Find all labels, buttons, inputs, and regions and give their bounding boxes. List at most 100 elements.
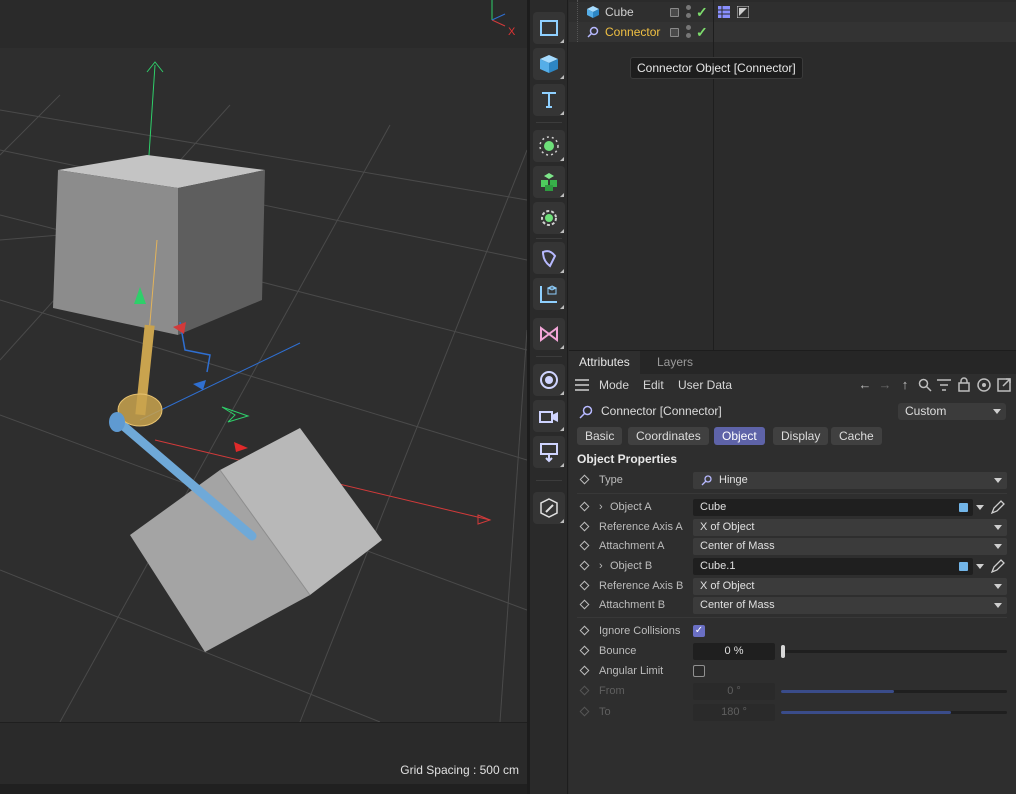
subtab-basic[interactable]: Basic (577, 427, 623, 445)
keyframe-diamond-icon[interactable] (579, 625, 590, 636)
hierarchy-icon[interactable] (533, 278, 565, 310)
keyframe-diamond-icon[interactable] (579, 540, 590, 551)
attachment-a-dropdown[interactable]: Center of Mass (693, 538, 1007, 555)
object-a-link-field[interactable]: Cube (693, 499, 973, 516)
cube-icon[interactable] (533, 48, 565, 80)
viewport-scene[interactable]: X (0, 0, 527, 722)
menu-edit[interactable]: Edit (643, 378, 664, 392)
target-icon[interactable] (977, 378, 991, 392)
filter-icon[interactable] (937, 378, 951, 392)
deformer-icon[interactable] (533, 242, 565, 274)
tab-attributes[interactable]: Attributes (569, 351, 640, 374)
bounce-field[interactable]: 0 % (693, 643, 775, 660)
keyframe-diamond-icon[interactable] (579, 521, 590, 532)
viewport-footer: Grid Spacing : 500 cm (0, 722, 527, 784)
cloner-icon[interactable] (533, 166, 565, 198)
slider-handle[interactable] (781, 645, 785, 658)
prop-attachment-a: Attachment A Center of Mass (569, 537, 1016, 556)
connector-icon (701, 475, 712, 486)
viewport-statusbar (0, 784, 527, 794)
keyframe-diamond-icon[interactable] (579, 580, 590, 591)
chevron-right-icon[interactable]: › (599, 501, 603, 513)
reference-axis-b-dropdown[interactable]: X of Object (693, 578, 1007, 595)
object-row-cube[interactable]: Cube ✓ (569, 2, 1016, 22)
prop-label: Object A (610, 501, 652, 513)
palette-toolbar (530, 0, 568, 794)
type-dropdown[interactable]: Hinge (693, 472, 1007, 489)
enabled-check-icon[interactable]: ✓ (696, 4, 708, 21)
chevron-right-icon[interactable]: › (599, 560, 603, 572)
keyframe-diamond-icon[interactable] (579, 665, 590, 676)
chevron-down-icon (993, 409, 1001, 414)
visibility-dots[interactable] (686, 25, 691, 39)
gizmo-plane-handle[interactable] (221, 406, 250, 423)
lock-icon[interactable] (958, 377, 970, 392)
forward-arrow-icon[interactable]: → (877, 377, 893, 393)
ignore-collisions-checkbox[interactable]: ✓ (693, 625, 705, 637)
subtab-display[interactable]: Display (773, 427, 829, 445)
subtab-coordinates[interactable]: Coordinates (628, 427, 709, 445)
attribute-manager: Attributes Layers Mode Edit User Data ← … (569, 350, 1016, 794)
from-field: 0 ° (693, 683, 775, 700)
section-title: Object Properties (577, 452, 678, 466)
subtab-cache[interactable]: Cache (831, 427, 882, 445)
prop-label: To (599, 706, 611, 718)
object-row-connector[interactable]: Connector ✓ (569, 22, 1016, 42)
effector-icon[interactable] (533, 202, 565, 234)
gizmo-x-handle[interactable] (234, 442, 248, 452)
new-window-icon[interactable] (997, 378, 1011, 392)
prop-angular-limit: Angular Limit (569, 662, 1016, 681)
enabled-check-icon[interactable]: ✓ (696, 24, 708, 41)
subtab-object[interactable]: Object (714, 427, 765, 445)
tag-grid-icon[interactable] (718, 6, 730, 18)
tag-phong-icon[interactable] (737, 6, 749, 18)
up-arrow-icon[interactable]: ↑ (897, 377, 913, 393)
connector-icon (579, 405, 593, 419)
layer-toggle[interactable] (670, 8, 679, 17)
back-arrow-icon[interactable]: ← (857, 377, 873, 393)
field-icon[interactable] (533, 318, 565, 350)
visibility-dots[interactable] (686, 5, 691, 19)
y-axis-line (147, 64, 156, 171)
keyframe-diamond-icon[interactable] (579, 474, 590, 485)
hamburger-icon[interactable] (575, 379, 589, 391)
camera-icon[interactable] (533, 400, 565, 432)
text-tool-icon[interactable] (533, 84, 565, 116)
menu-mode[interactable]: Mode (599, 378, 629, 392)
preset-dropdown[interactable]: Custom (898, 403, 1006, 420)
chevron-down-icon[interactable] (976, 505, 984, 510)
reference-axis-a-dropdown[interactable]: X of Object (693, 519, 1007, 536)
keyframe-diamond-icon[interactable] (579, 599, 590, 610)
keyframe-diamond-icon[interactable] (579, 645, 590, 656)
environment-icon[interactable] (533, 364, 565, 396)
prop-label: Type (599, 474, 623, 486)
spline-rectangle-icon[interactable] (533, 12, 565, 44)
from-slider (781, 690, 1007, 693)
angular-limit-checkbox[interactable] (693, 665, 705, 677)
bounce-slider[interactable] (781, 645, 1007, 658)
object-manager-column-divider (713, 0, 714, 350)
keyframe-diamond-icon[interactable] (579, 501, 590, 512)
prop-object-a: › Object A Cube (569, 498, 1016, 517)
chevron-down-icon[interactable] (976, 564, 984, 569)
viewport-3d[interactable]: X Grid Spacing : 500 cm (0, 0, 527, 794)
keyframe-diamond-icon[interactable] (579, 560, 590, 571)
divider (577, 617, 1007, 618)
gizmo-z-handle[interactable] (193, 380, 206, 390)
slider-fill (781, 711, 951, 714)
picker-pencil-icon[interactable] (990, 499, 1006, 515)
layer-toggle[interactable] (670, 28, 679, 37)
object-b-link-field[interactable]: Cube.1 (693, 558, 973, 575)
tree-line (577, 0, 578, 42)
render-icon[interactable] (533, 436, 565, 468)
tab-layers[interactable]: Layers (647, 351, 703, 374)
menu-user-data[interactable]: User Data (678, 378, 732, 392)
light-icon[interactable] (533, 130, 565, 162)
object-manager: Cube ✓ Connector ✓ (569, 0, 1016, 350)
search-icon[interactable] (918, 378, 932, 392)
prop-bounce: Bounce 0 % (569, 642, 1016, 661)
edit-icon[interactable] (533, 492, 565, 524)
cube-icon (587, 6, 599, 18)
picker-pencil-icon[interactable] (990, 558, 1006, 574)
attachment-b-dropdown[interactable]: Center of Mass (693, 597, 1007, 614)
